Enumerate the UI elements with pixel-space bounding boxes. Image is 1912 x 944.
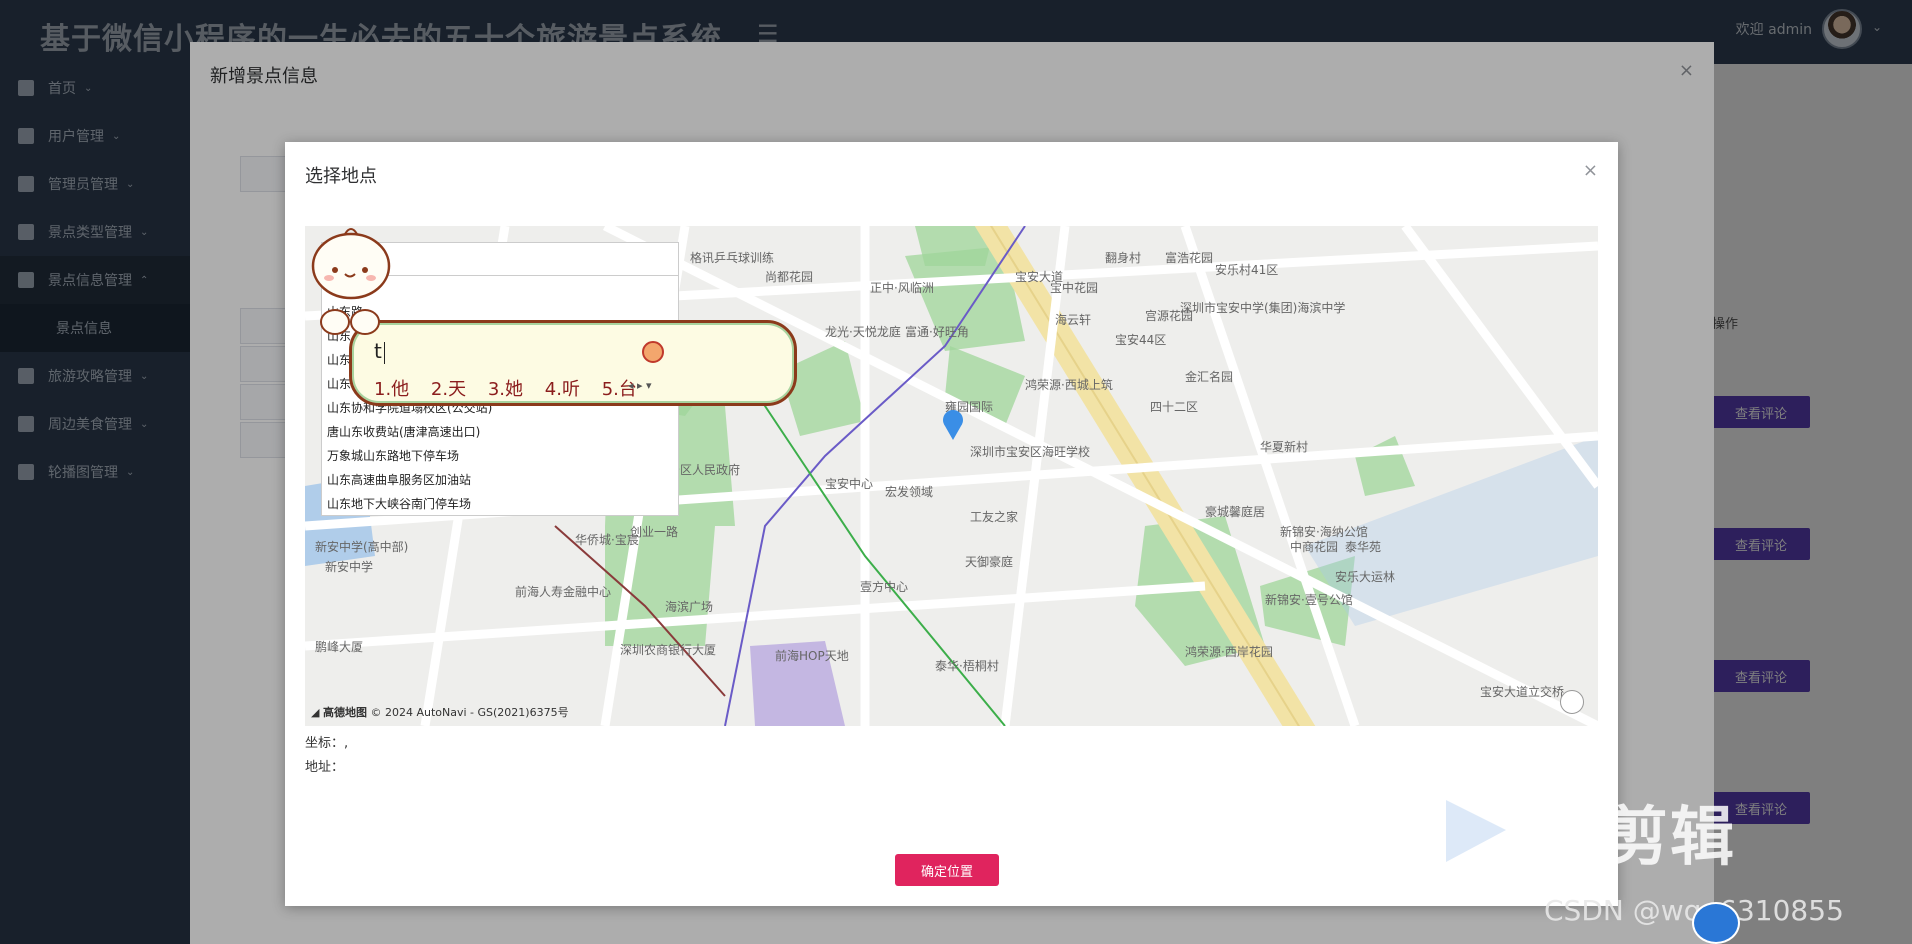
map-place-label: 前海人寿金融中心 — [515, 584, 611, 599]
map-place-label: 新锦安·海纳公馆 — [1280, 524, 1368, 539]
map-place-label: 翻身村 — [1105, 250, 1141, 265]
map-place-label: 天御豪庭 — [965, 554, 1013, 569]
map-place-label: 泰华·梧桐村 — [935, 658, 999, 673]
choose-location-dialog: 选择地点 × 格讯乒乓球训练 尚都花园 正中·风临洲 宝安大道 宝中花园 翻身村 富浩花园安… — [285, 142, 1618, 906]
map-place-label: 新安中学(高中部) — [315, 539, 408, 554]
list-item[interactable]: 唐山东收费站(唐津高速出口) — [322, 420, 678, 444]
list-item[interactable]: 山东地下大峡谷南门停车场 — [322, 492, 678, 516]
ime-candidates: 1.他 2.天 3.她 4.听 5.台 — [374, 375, 653, 401]
map-place-label: 宝安中心 — [825, 476, 873, 491]
map-place-label: 正中·风临洲 — [870, 280, 934, 295]
locate-icon[interactable] — [1560, 690, 1584, 714]
dialog-title: 选择地点 — [305, 166, 377, 187]
map-place-label: 鸿荣源·西城上筑 — [1025, 377, 1113, 392]
confirm-location-button[interactable]: 确定位置 — [895, 854, 999, 886]
map-place-label: 四十二区 — [1150, 400, 1198, 414]
map-view[interactable]: 格讯乒乓球训练 尚都花园 正中·风临洲 宝安大道 宝中花园 翻身村 富浩花园 安乐村41区 深圳… — [305, 226, 1598, 726]
ime-candidate[interactable]: 4.听 — [545, 379, 580, 400]
map-place-label: 海滨广场 — [665, 599, 713, 614]
map-place-label: 鸿荣源·西岸花园 — [1185, 644, 1273, 659]
map-place-label: 金汇名园 — [1185, 369, 1233, 384]
map-place-label: 工友之家 — [970, 509, 1018, 524]
map-place-label: 深圳农商银行大厦 — [620, 642, 716, 657]
close-icon[interactable]: × — [1583, 160, 1598, 181]
ime-page-arrows-icon[interactable]: ◂ ▸ ▾ — [628, 379, 652, 392]
map-place-label: 富通·好旺角 — [905, 324, 969, 339]
map-place-label: 宝安大道立交桥 — [1480, 684, 1564, 699]
map-place-label: 尚都花园 — [765, 269, 813, 284]
map-place-label: 龙光·天悦龙庭 — [825, 324, 901, 339]
address-readout: 地址： — [305, 760, 345, 775]
map-place-label: 安乐大运林 — [1335, 569, 1395, 584]
map-place-label: 华夏新村 — [1260, 439, 1308, 454]
map-place-label: 壹方中心 — [860, 579, 908, 594]
list-item[interactable]: 万象城山东路地下停车场 — [322, 444, 678, 468]
jianying-logo-icon — [1446, 800, 1506, 862]
map-place-label: 安乐村41区 — [1215, 262, 1278, 277]
ime-candidate[interactable]: 2.天 — [431, 379, 466, 400]
map-place-label: 深圳市宝安区海旺学校 — [970, 444, 1090, 459]
location-pin-icon — [943, 410, 963, 440]
ime-candidate-window: t 1.他 2.天 3.她 4.听 5.台 ◂ ▸ ▾ — [349, 320, 797, 406]
map-place-label: 前海HOP天地 — [775, 648, 849, 663]
map-place-label: 海云轩 — [1055, 312, 1091, 327]
map-place-label: 鹏峰大厦 — [315, 640, 363, 654]
ime-candidate[interactable]: 3.她 — [488, 379, 523, 400]
map-place-label: 新锦安·壹号公馆 — [1265, 592, 1353, 607]
map-place-label: 华侨城·宝宸 — [575, 532, 639, 547]
map-place-label: 格讯乒乓球训练 — [690, 250, 774, 265]
ime-candidate[interactable]: 1.他 — [374, 379, 409, 400]
map-place-label: 新安中学 — [325, 559, 373, 574]
ime-logo-icon[interactable] — [642, 341, 664, 363]
map-place-label: 宏发领域 — [885, 484, 933, 499]
map-place-label: 深圳市宝安中学(集团)海滨中学 — [1180, 300, 1345, 315]
map-place-label: 宝中花园 — [1050, 280, 1098, 295]
coordinate-readout: 坐标：, — [305, 736, 349, 751]
map-place-label: 泰华苑 — [1345, 540, 1381, 554]
map-place-label: 宝安44区 — [1115, 332, 1166, 347]
ime-mascot-icon — [311, 228, 391, 335]
map-place-label: 宫源花园 — [1145, 308, 1193, 323]
jianying-watermark: 剪辑 — [1604, 801, 1736, 875]
map-place-label: 富浩花园 — [1165, 250, 1213, 265]
map-place-label: 中商花园 — [1290, 539, 1338, 554]
map-attribution: ◢ 高德地图 © 2024 AutoNavi - GS(2021)6375号 — [311, 706, 569, 719]
list-item[interactable]: 山东高速曲阜服务区加油站 — [322, 468, 678, 492]
map-place-label: 豪城馨庭居 — [1205, 504, 1265, 519]
floating-assistant-icon[interactable] — [1692, 902, 1740, 944]
